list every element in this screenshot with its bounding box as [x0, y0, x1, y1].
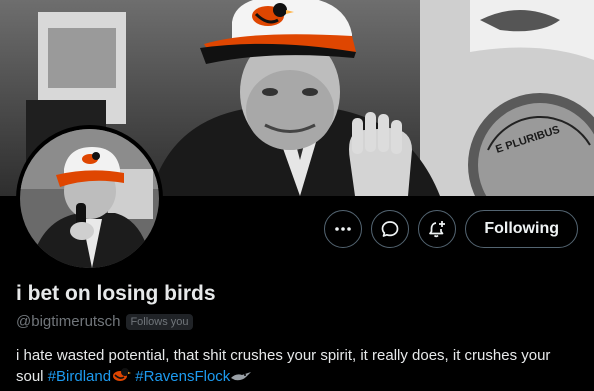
profile-bio: i hate wasted potential, that shit crush…	[16, 345, 582, 390]
bell-plus-icon	[429, 221, 446, 238]
user-handle: @bigtimerutsch	[16, 313, 121, 330]
display-name: i bet on losing birds	[16, 282, 216, 305]
profile-avatar[interactable]	[16, 125, 163, 272]
avatar-photo	[20, 129, 159, 268]
handle-row: @bigtimerutsch Follows you	[16, 313, 193, 330]
message-bubble-icon	[381, 221, 399, 237]
raven-bird-icon	[230, 369, 252, 390]
oriole-bird-icon	[111, 366, 132, 390]
profile-action-row: Following	[324, 210, 578, 248]
notifications-button[interactable]	[418, 210, 457, 248]
following-button[interactable]: Following	[465, 210, 578, 248]
hashtag-birdland[interactable]: #Birdland	[48, 368, 111, 385]
message-button[interactable]	[371, 210, 410, 248]
follows-you-badge: Follows you	[126, 313, 193, 330]
more-horizontal-icon	[335, 227, 352, 231]
more-button[interactable]	[324, 210, 363, 248]
hashtag-ravensflock[interactable]: #RavensFlock	[135, 368, 230, 385]
